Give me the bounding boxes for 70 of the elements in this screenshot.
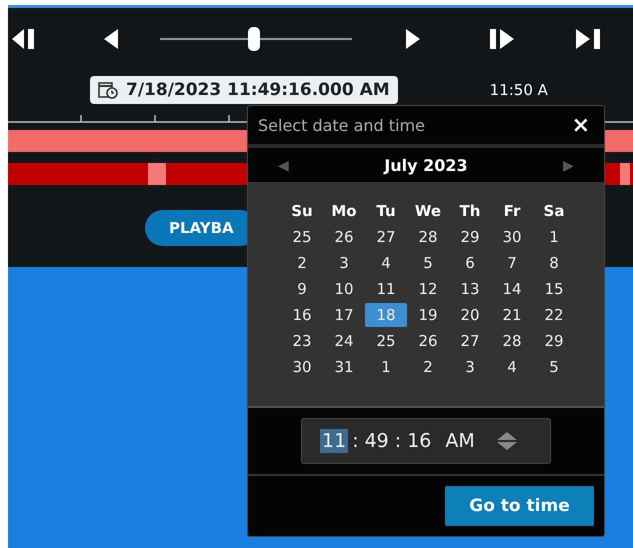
calendar-day[interactable]: 20 xyxy=(449,303,491,327)
calendar-day[interactable]: 9 xyxy=(281,277,323,301)
time-separator: : xyxy=(352,430,359,452)
weekday-header: Su xyxy=(290,201,314,222)
calendar-day[interactable]: 4 xyxy=(491,355,533,379)
calendar-day[interactable]: 26 xyxy=(323,225,365,249)
calendar-day[interactable]: 25 xyxy=(281,225,323,249)
go-to-time-button[interactable]: Go to time xyxy=(445,486,594,526)
skip-back-icon[interactable] xyxy=(10,27,36,51)
play-icon[interactable] xyxy=(404,27,422,51)
play-reverse-icon[interactable] xyxy=(102,27,120,51)
calendar-day[interactable]: 30 xyxy=(491,225,533,249)
calendar-day[interactable]: 1 xyxy=(365,355,407,379)
calendar-day[interactable]: 13 xyxy=(449,277,491,301)
calendar-day[interactable]: 4 xyxy=(365,251,407,275)
calendar-day[interactable]: 1 xyxy=(533,225,575,249)
calendar-day[interactable]: 22 xyxy=(533,303,575,327)
calendar-day[interactable]: 5 xyxy=(407,251,449,275)
weekday-header: Tu xyxy=(375,201,397,222)
calendar-day[interactable]: 25 xyxy=(365,329,407,353)
calendar-day[interactable]: 2 xyxy=(281,251,323,275)
slider-thumb[interactable] xyxy=(248,27,260,51)
calendar-day[interactable]: 19 xyxy=(407,303,449,327)
calendar-day[interactable]: 6 xyxy=(449,251,491,275)
calendar-day[interactable]: 24 xyxy=(323,329,365,353)
time-field[interactable]: 11 : 49 : 16 AM xyxy=(301,418,551,464)
calendar-day[interactable]: 30 xyxy=(281,355,323,379)
calendar-day[interactable]: 2 xyxy=(407,355,449,379)
current-time-chip[interactable]: 7/18/2023 11:49:16.000 AM xyxy=(90,76,398,104)
calendar-day[interactable]: 14 xyxy=(491,277,533,301)
time-label: 11:50 A xyxy=(490,81,548,99)
calendar-day[interactable]: 10 xyxy=(323,277,365,301)
weekday-header: We xyxy=(414,201,442,222)
calendar-day[interactable]: 26 xyxy=(407,329,449,353)
speed-slider[interactable] xyxy=(160,26,352,52)
calendar-day[interactable]: 23 xyxy=(281,329,323,353)
close-button[interactable]: × xyxy=(568,112,594,138)
weekday-header: Sa xyxy=(542,201,566,222)
calendar-day[interactable]: 28 xyxy=(407,225,449,249)
calendar-day[interactable]: 3 xyxy=(323,251,365,275)
calendar-day[interactable]: 8 xyxy=(533,251,575,275)
calendar-day[interactable]: 11 xyxy=(365,277,407,301)
calendar-day[interactable]: 15 xyxy=(533,277,575,301)
time-segment[interactable]: 16 xyxy=(405,429,434,453)
time-segment[interactable]: 49 xyxy=(362,429,391,453)
time-segment[interactable]: AM xyxy=(443,429,477,453)
weekday-header: Th xyxy=(458,201,482,222)
calendar-day[interactable]: 27 xyxy=(365,225,407,249)
calendar-day[interactable]: 29 xyxy=(533,329,575,353)
calendar-day[interactable]: 12 xyxy=(407,277,449,301)
spinner-icon[interactable] xyxy=(494,430,519,452)
calendar-day[interactable]: 27 xyxy=(449,329,491,353)
calendar-day[interactable]: 5 xyxy=(533,355,575,379)
time-separator: : xyxy=(394,430,402,452)
month-title: July 2023 xyxy=(384,156,468,174)
calendar-day[interactable]: 7 xyxy=(491,251,533,275)
calendar-day[interactable]: 17 xyxy=(323,303,365,327)
weekday-header: Mo xyxy=(330,201,358,222)
calendar-clock-icon xyxy=(98,81,118,99)
dialog-title: Select date and time xyxy=(258,116,425,134)
calendar-day[interactable]: 21 xyxy=(491,303,533,327)
calendar-day[interactable]: 28 xyxy=(491,329,533,353)
calendar-day[interactable]: 29 xyxy=(449,225,491,249)
step-forward-icon[interactable] xyxy=(488,27,516,51)
calendar-day[interactable]: 16 xyxy=(281,303,323,327)
calendar-day[interactable]: 31 xyxy=(323,355,365,379)
skip-forward-icon[interactable] xyxy=(574,27,602,51)
weekday-header: Fr xyxy=(502,201,522,222)
calendar-day[interactable]: 3 xyxy=(449,355,491,379)
time-segment[interactable]: 11 xyxy=(320,429,348,453)
